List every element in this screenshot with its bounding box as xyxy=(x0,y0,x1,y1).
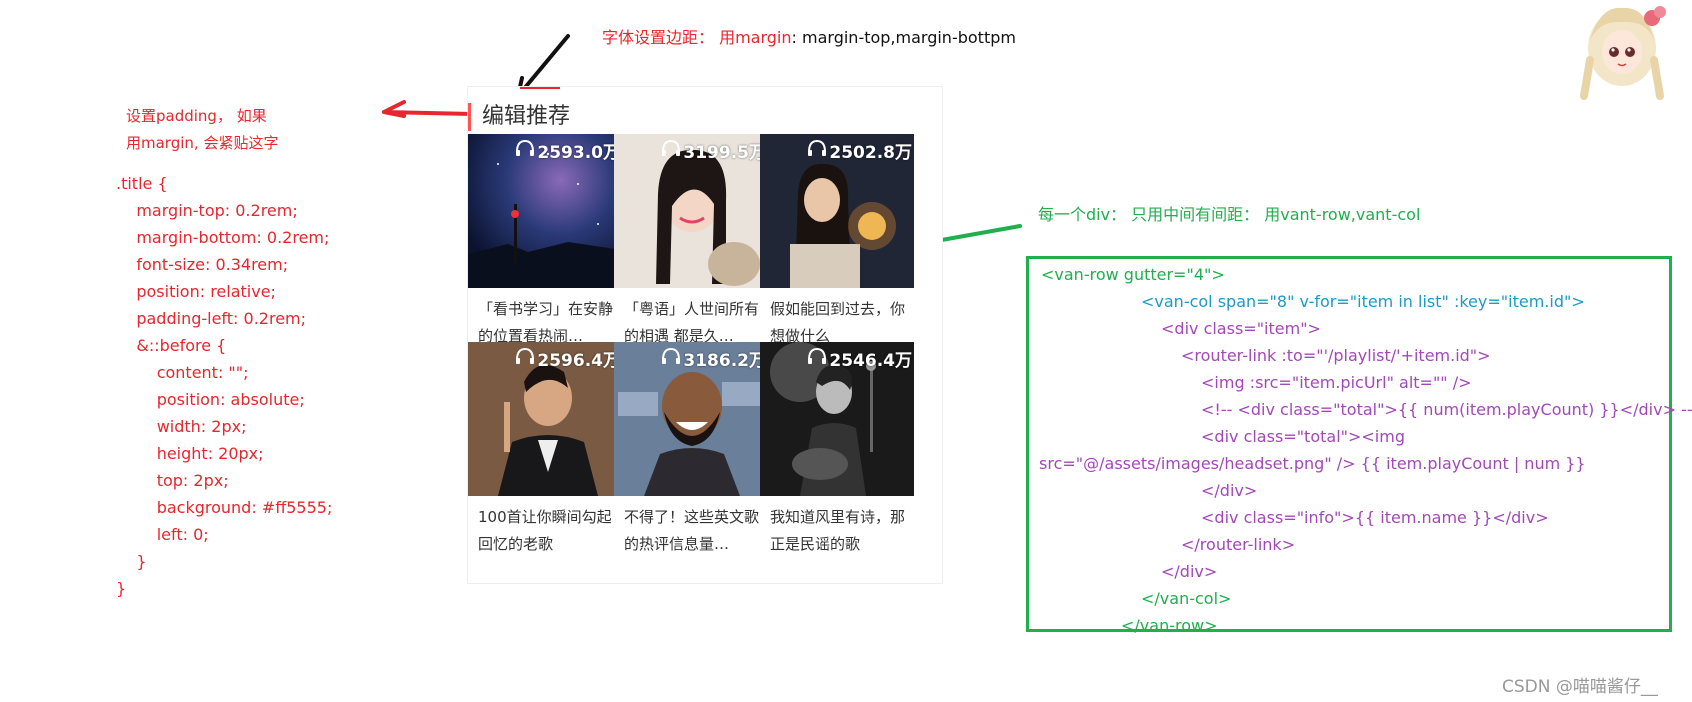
playlist-card[interactable]: 2596.4万 100首让你瞬间勾起回忆的老歌 xyxy=(468,342,622,553)
template-code-line: </van-col> xyxy=(1141,589,1232,608)
template-code-line: </van-row> xyxy=(1121,616,1218,635)
css-code-line: padding-left: 0.2rem; xyxy=(116,309,307,328)
padding-annotation-line2: 用margin, 会紧贴这字 xyxy=(126,134,279,152)
headset-icon xyxy=(661,139,681,162)
template-code-line: </div> xyxy=(1161,562,1218,581)
css-code-line: &::before { xyxy=(116,336,227,355)
template-code-line: <!-- <div class="total">{{ num(item.play… xyxy=(1201,400,1692,419)
headset-icon xyxy=(807,139,827,162)
playlist-card[interactable]: 3199.5万 「粤语」人世间所有的相遇 都是久… xyxy=(614,134,768,345)
css-code-line: } xyxy=(116,552,147,571)
csdn-watermark: CSDN @喵喵酱仔__ xyxy=(1502,677,1658,697)
headset-icon xyxy=(807,347,827,370)
playlist-name[interactable]: 不得了！这些英文歌的热评信息量… xyxy=(624,504,760,558)
playlist-cover-image[interactable]: 3186.2万 xyxy=(614,342,768,496)
css-code-line: font-size: 0.34rem; xyxy=(116,255,289,274)
headset-icon xyxy=(515,347,535,370)
play-count: 2593.0万 xyxy=(515,138,620,163)
playlist-cover-image[interactable]: 3199.5万 xyxy=(614,134,768,288)
play-count: 2596.4万 xyxy=(515,346,620,371)
play-count: 3199.5万 xyxy=(661,138,766,163)
margin-annotation: 字体设置边距： 用margin: margin-top,margin-bottp… xyxy=(602,24,1016,48)
play-count-text: 3199.5万 xyxy=(683,143,766,163)
section-title: 编辑推荐 xyxy=(482,104,571,129)
phone-preview: 编辑推荐 2593.0万 「看书学习」在安静的位置看热闹… 3199.5万 「粤语」人… xyxy=(468,87,942,583)
template-code-line: <img :src="item.picUrl" alt="" /> xyxy=(1201,373,1472,392)
playlist-card[interactable]: 2502.8万 假如能回到过去，你想做什么 xyxy=(760,134,914,345)
css-code-block: .title { margin-top: 0.2rem; margin-bott… xyxy=(116,170,332,602)
play-count-text: 2502.8万 xyxy=(829,143,912,163)
title-before-bar xyxy=(468,103,471,131)
playlist-card[interactable]: 2593.0万 「看书学习」在安静的位置看热闹… xyxy=(468,134,622,345)
layout-annotation: 每一个div： 只用中间有间距： 用vant-row,vant-col xyxy=(1038,205,1421,224)
template-code-line: src="@/assets/images/headset.png" /> {{ … xyxy=(1039,454,1586,473)
css-code-line: } xyxy=(116,579,127,598)
playlist-cover-image[interactable]: 2546.4万 xyxy=(760,342,914,496)
play-count: 2502.8万 xyxy=(807,138,912,163)
css-code-line: left: 0; xyxy=(116,525,209,544)
css-code-line: .title { xyxy=(116,174,168,193)
playlist-cover-image[interactable]: 2593.0万 xyxy=(468,134,622,288)
template-code-line: <div class="total"><img xyxy=(1201,427,1405,446)
play-count: 3186.2万 xyxy=(661,346,766,371)
template-code-line: <div class="info">{{ item.name }}</div> xyxy=(1201,508,1549,527)
headset-icon xyxy=(515,139,535,162)
padding-annotation-line1: 设置padding， 如果 xyxy=(126,107,267,125)
playlist-name[interactable]: 100首让你瞬间勾起回忆的老歌 xyxy=(478,504,614,558)
playlist-name[interactable]: 我知道风里有诗，那正是民谣的歌 xyxy=(770,504,906,558)
play-count-text: 2593.0万 xyxy=(537,143,620,163)
css-code-line: width: 2px; xyxy=(116,417,247,436)
red-arrow xyxy=(382,100,474,118)
playlist-card[interactable]: 2546.4万 我知道风里有诗，那正是民谣的歌 xyxy=(760,342,914,553)
title-underline-mark xyxy=(520,87,560,89)
margin-annotation-black: : margin-top,margin-bottpm xyxy=(791,28,1016,47)
template-code-line: </router-link> xyxy=(1181,535,1296,554)
template-code-line: <van-row gutter="4"> xyxy=(1041,265,1225,284)
css-code-line: margin-top: 0.2rem; xyxy=(116,201,298,220)
template-code-box: <van-row gutter="4"> <van-col span="8" v-… xyxy=(1026,256,1692,635)
css-code-line: position: absolute; xyxy=(116,390,305,409)
template-code-line: <router-link :to="'/playlist/'+item.id"> xyxy=(1181,346,1491,365)
play-count-text: 2546.4万 xyxy=(829,351,912,371)
css-code-line: top: 2px; xyxy=(116,471,229,490)
mascot-sticker-image xyxy=(1560,0,1680,100)
css-code-line: content: ""; xyxy=(116,363,249,382)
template-code-line: <div class="item"> xyxy=(1161,319,1321,338)
play-count: 2546.4万 xyxy=(807,346,912,371)
headset-icon xyxy=(661,347,681,370)
template-code-line: <van-col span="8" v-for="item in list" :… xyxy=(1141,292,1585,311)
padding-annotation: 设置padding， 如果 用margin, 会紧贴这字 xyxy=(126,103,278,157)
css-code-line: background: #ff5555; xyxy=(116,498,333,517)
playlist-cover-image[interactable]: 2596.4万 xyxy=(468,342,622,496)
play-count-text: 3186.2万 xyxy=(683,351,766,371)
template-code-line: </div> xyxy=(1201,481,1258,500)
playlist-card[interactable]: 3186.2万 不得了！这些英文歌的热评信息量… xyxy=(614,342,768,553)
css-code-line: margin-bottom: 0.2rem; xyxy=(116,228,330,247)
css-code-line: position: relative; xyxy=(116,282,276,301)
margin-annotation-red: 字体设置边距： 用margin xyxy=(602,28,792,47)
css-code-line: height: 20px; xyxy=(116,444,264,463)
play-count-text: 2596.4万 xyxy=(537,351,620,371)
playlist-cover-image[interactable]: 2502.8万 xyxy=(760,134,914,288)
